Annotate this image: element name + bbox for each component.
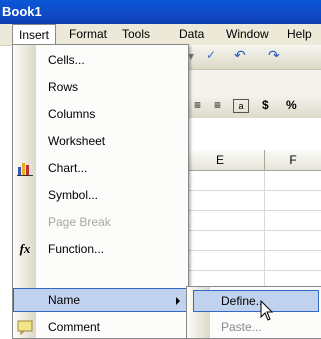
comment-icon: [17, 319, 33, 336]
grid-line: [176, 190, 321, 191]
formatting-toolbar: ≡ ≡ a $ %: [176, 94, 321, 119]
menu-item-worksheet[interactable]: Worksheet: [13, 129, 188, 153]
menu-item-symbol[interactable]: Symbol...: [13, 183, 188, 207]
menu-item-function[interactable]: fx Function...: [13, 237, 188, 261]
chart-icon: [17, 160, 33, 176]
format-painter-icon[interactable]: ✓: [206, 48, 216, 62]
column-header-e[interactable]: E: [176, 150, 265, 171]
align-right-icon[interactable]: ≡: [214, 98, 221, 112]
menu-item-columns[interactable]: Columns: [13, 102, 188, 126]
menu-window[interactable]: Window: [220, 24, 275, 45]
menu-item-rows[interactable]: Rows: [13, 75, 188, 99]
insert-menu: Cells... Rows Columns Worksheet Chart...…: [12, 44, 189, 339]
menu-insert[interactable]: Insert: [12, 24, 57, 45]
currency-icon[interactable]: $: [262, 98, 269, 112]
align-center-icon[interactable]: ≡: [194, 98, 201, 112]
undo-icon[interactable]: ↶: [234, 47, 246, 64]
menu-help[interactable]: Help: [281, 24, 318, 45]
submenu-item-define[interactable]: Define...: [193, 290, 319, 312]
grid-line: [176, 250, 321, 251]
column-header-f[interactable]: F: [265, 150, 321, 171]
menu-item-name[interactable]: Name: [13, 288, 188, 312]
menu-tools[interactable]: Tools: [116, 24, 156, 45]
toolbar-spacer: [176, 70, 321, 94]
menu-item-cells[interactable]: Cells...: [13, 48, 188, 72]
mouse-cursor-icon: [260, 299, 274, 325]
redo-icon[interactable]: ↷: [268, 47, 280, 64]
window-title: Book1: [2, 4, 42, 19]
name-submenu: Define... Paste...: [186, 286, 321, 339]
menu-item-page-break: Page Break: [48, 215, 111, 229]
merge-center-icon[interactable]: a: [233, 99, 249, 113]
grid-line: [176, 230, 321, 231]
menu-data[interactable]: Data: [173, 24, 210, 45]
submenu-arrow-icon: [176, 297, 180, 305]
function-icon: fx: [19, 241, 31, 256]
submenu-item-paste[interactable]: Paste...: [193, 316, 319, 338]
menu-item-chart[interactable]: Chart...: [13, 156, 188, 180]
menu-format[interactable]: Format: [63, 24, 113, 45]
grid-line: [176, 270, 321, 271]
menu-item-comment[interactable]: Comment: [13, 315, 188, 339]
percent-icon[interactable]: %: [286, 98, 297, 112]
title-bar: Book1: [0, 0, 321, 24]
standard-toolbar: ▾ ✓ ↶ ↷: [176, 45, 321, 70]
menu-bar: Insert Format Tools Data Window Help: [0, 24, 321, 46]
grid-line: [176, 210, 321, 211]
